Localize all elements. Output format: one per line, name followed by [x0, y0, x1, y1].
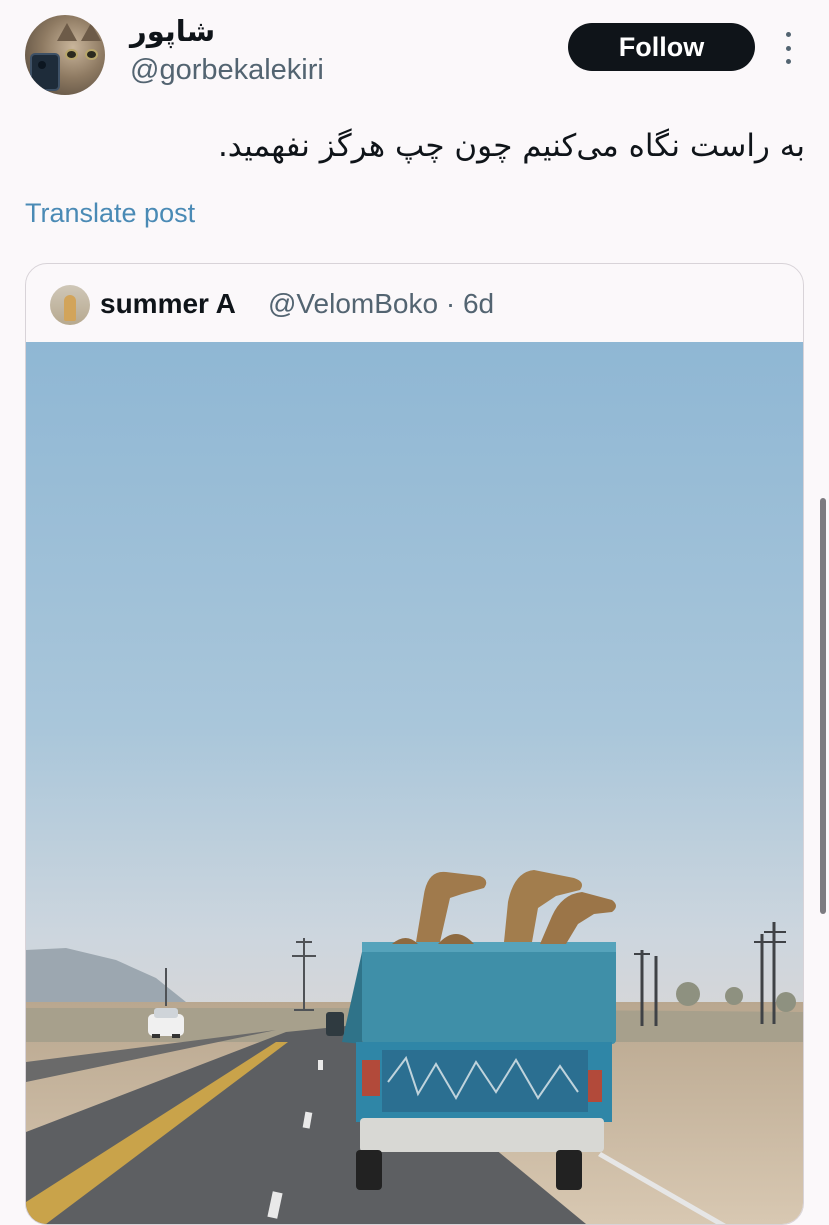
quoted-author-meta: @VelomBoko · 6d	[268, 288, 494, 320]
quoted-post-header: summer A @VelomBoko · 6d	[26, 264, 803, 342]
post-text: به راست نگاه می‌کنیم چون چپ هرگز نفهمید.	[217, 128, 805, 164]
author-avatar[interactable]	[25, 15, 105, 95]
follow-button[interactable]: Follow	[568, 23, 755, 71]
author-handle[interactable]: @gorbekalekiri	[130, 54, 324, 87]
more-vertical-icon[interactable]	[778, 32, 798, 64]
quoted-post-photo[interactable]	[26, 342, 803, 1224]
translate-post-link[interactable]: Translate post	[25, 198, 195, 229]
quoted-author-name[interactable]: summer A	[100, 288, 236, 320]
author-display-name[interactable]: شاپور	[130, 14, 215, 48]
quoted-author-avatar[interactable]	[50, 285, 90, 325]
page-scrollbar[interactable]	[820, 498, 826, 914]
quoted-post-card[interactable]: summer A @VelomBoko · 6d	[25, 263, 804, 1225]
quoted-author-handle[interactable]: @VelomBoko	[268, 288, 438, 319]
meta-separator: ·	[445, 288, 456, 319]
quoted-post-time[interactable]: 6d	[463, 288, 494, 319]
